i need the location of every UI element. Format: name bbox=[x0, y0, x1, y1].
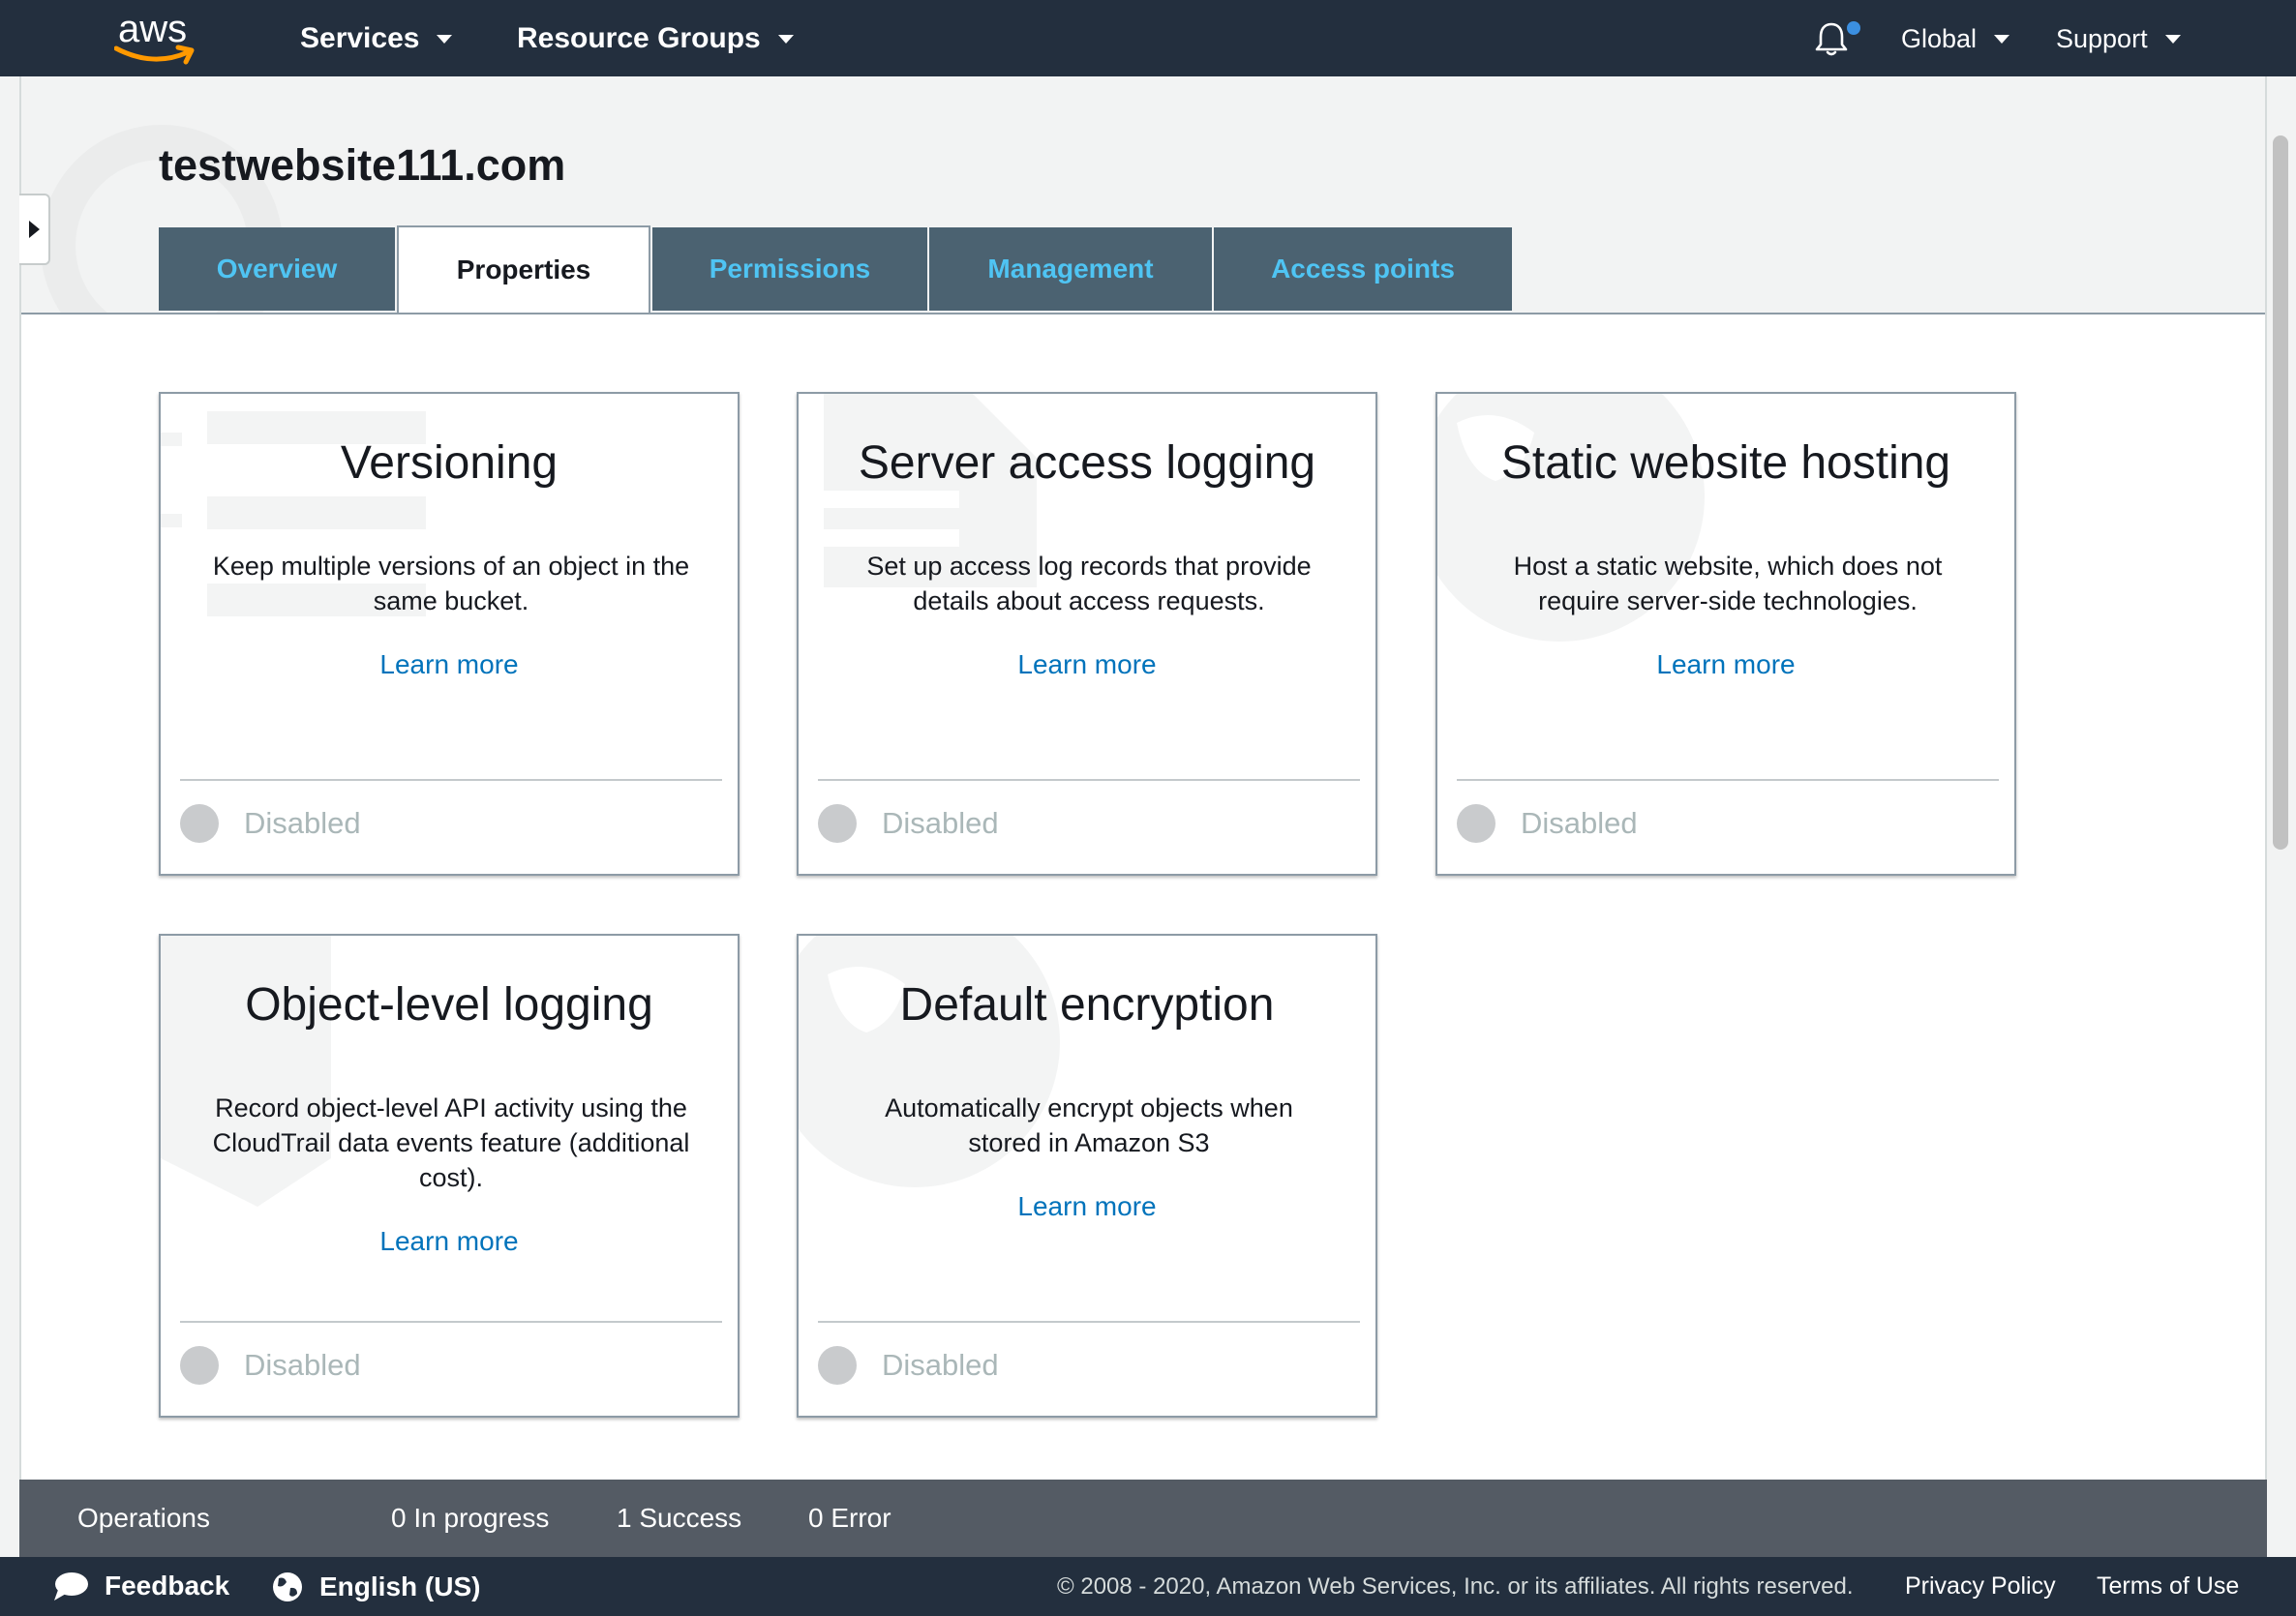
card-divider bbox=[1457, 779, 1999, 781]
main-content: testwebsite111.com Overview Properties P… bbox=[19, 76, 2267, 1480]
s3-bucket-properties-page: aws Services Resource Groups Global Supp… bbox=[0, 0, 2296, 1616]
aws-smile-icon bbox=[114, 45, 195, 65]
card-description: Set up access log records that provide d… bbox=[866, 552, 1312, 615]
language-selector[interactable]: English (US) bbox=[271, 1571, 480, 1603]
card-title: Object-level logging bbox=[245, 979, 653, 1031]
tab-properties[interactable]: Properties bbox=[397, 225, 650, 313]
operations-label: Operations bbox=[77, 1503, 210, 1533]
static-website-hosting-card[interactable]: Static website hosting Host a static web… bbox=[1435, 392, 2016, 876]
status-dot-icon bbox=[180, 1346, 219, 1385]
tab-management[interactable]: Management bbox=[929, 227, 1212, 311]
region-label: Global bbox=[1901, 23, 1978, 53]
card-title: Default encryption bbox=[899, 979, 1275, 1031]
operations-in-progress[interactable]: 0 In progress bbox=[391, 1503, 549, 1534]
side-panel-toggle[interactable] bbox=[19, 194, 50, 265]
resource-groups-label: Resource Groups bbox=[517, 22, 761, 54]
scrollbar-thumb[interactable] bbox=[2273, 135, 2288, 850]
tab-overview[interactable]: Overview bbox=[159, 227, 395, 311]
chevron-down-icon bbox=[2164, 34, 2181, 44]
card-divider bbox=[180, 779, 722, 781]
language-label: English (US) bbox=[319, 1571, 481, 1601]
operations-success[interactable]: 1 Success bbox=[617, 1503, 741, 1534]
region-menu[interactable]: Global bbox=[1901, 21, 2010, 56]
learn-more-link[interactable]: Learn more bbox=[161, 649, 738, 680]
tab-bar: Overview Properties Permissions Manageme… bbox=[159, 225, 1514, 313]
services-label: Services bbox=[300, 22, 420, 54]
support-menu[interactable]: Support bbox=[2056, 21, 2181, 56]
page-header: testwebsite111.com Overview Properties P… bbox=[21, 76, 2265, 314]
card-title: Static website hosting bbox=[1500, 437, 1951, 489]
card-divider bbox=[180, 1321, 722, 1323]
status-indicator: Disabled bbox=[818, 1346, 999, 1385]
object-level-logging-card[interactable]: Object-level logging Record object-level… bbox=[159, 934, 740, 1418]
card-divider bbox=[818, 779, 1360, 781]
learn-more-link[interactable]: Learn more bbox=[799, 649, 1375, 680]
privacy-policy-link[interactable]: Privacy Policy bbox=[1905, 1572, 2056, 1601]
chevron-down-icon bbox=[777, 34, 794, 44]
speech-bubble-icon bbox=[54, 1572, 88, 1601]
card-divider bbox=[818, 1321, 1360, 1323]
chevron-down-icon bbox=[1994, 34, 2010, 44]
tab-access-points[interactable]: Access points bbox=[1214, 227, 1512, 311]
page-title: testwebsite111.com bbox=[159, 140, 566, 190]
top-navigation-bar: aws Services Resource Groups Global Supp… bbox=[0, 0, 2296, 76]
learn-more-link[interactable]: Learn more bbox=[1437, 649, 2014, 680]
status-text: Disabled bbox=[244, 1348, 361, 1382]
support-label: Support bbox=[2056, 23, 2148, 53]
card-description: Keep multiple versions of an object in t… bbox=[212, 552, 690, 615]
learn-more-link[interactable]: Learn more bbox=[161, 1226, 738, 1257]
bell-icon[interactable] bbox=[1812, 19, 1851, 58]
status-indicator: Disabled bbox=[180, 804, 361, 843]
status-dot-icon bbox=[818, 1346, 857, 1385]
card-title: Server access logging bbox=[858, 437, 1316, 489]
resource-groups-menu[interactable]: Resource Groups bbox=[517, 21, 794, 56]
operations-error[interactable]: 0 Error bbox=[808, 1503, 891, 1534]
status-dot-icon bbox=[180, 804, 219, 843]
notification-badge bbox=[1847, 21, 1860, 35]
card-title: Versioning bbox=[340, 437, 559, 489]
status-text: Disabled bbox=[882, 1348, 999, 1382]
feedback-label: Feedback bbox=[105, 1571, 230, 1601]
server-access-logging-card[interactable]: Server access logging Set up access log … bbox=[797, 392, 1377, 876]
status-text: Disabled bbox=[882, 806, 999, 840]
terms-of-use-link[interactable]: Terms of Use bbox=[2097, 1572, 2239, 1601]
learn-more-link[interactable]: Learn more bbox=[799, 1191, 1375, 1222]
default-encryption-card[interactable]: Default encryption Automatically encrypt… bbox=[797, 934, 1377, 1418]
status-text: Disabled bbox=[1521, 806, 1638, 840]
caret-right-icon bbox=[28, 221, 40, 238]
card-description: Record object-level API activity using t… bbox=[212, 1093, 690, 1192]
feedback-button[interactable]: Feedback bbox=[52, 1571, 229, 1601]
services-menu[interactable]: Services bbox=[300, 21, 453, 56]
card-description: Automatically encrypt objects when store… bbox=[885, 1093, 1293, 1157]
status-dot-icon bbox=[818, 804, 857, 843]
status-text: Disabled bbox=[244, 806, 361, 840]
status-dot-icon bbox=[1457, 804, 1495, 843]
copyright-text: © 2008 - 2020, Amazon Web Services, Inc.… bbox=[1057, 1573, 1854, 1600]
footer: Feedback English (US) © 2008 - 2020, Ama… bbox=[0, 1557, 2296, 1616]
globe-icon bbox=[273, 1572, 302, 1601]
card-description: Host a static website, which does not re… bbox=[1513, 552, 1943, 615]
tab-permissions[interactable]: Permissions bbox=[652, 227, 927, 311]
status-indicator: Disabled bbox=[1457, 804, 1638, 843]
status-indicator: Disabled bbox=[818, 804, 999, 843]
operations-bar[interactable]: Operations 0 In progress 1 Success 0 Err… bbox=[19, 1480, 2267, 1557]
versioning-card[interactable]: Versioning Keep multiple versions of an … bbox=[159, 392, 740, 876]
chevron-down-icon bbox=[437, 34, 453, 44]
status-indicator: Disabled bbox=[180, 1346, 361, 1385]
aws-logo[interactable]: aws bbox=[114, 8, 197, 68]
